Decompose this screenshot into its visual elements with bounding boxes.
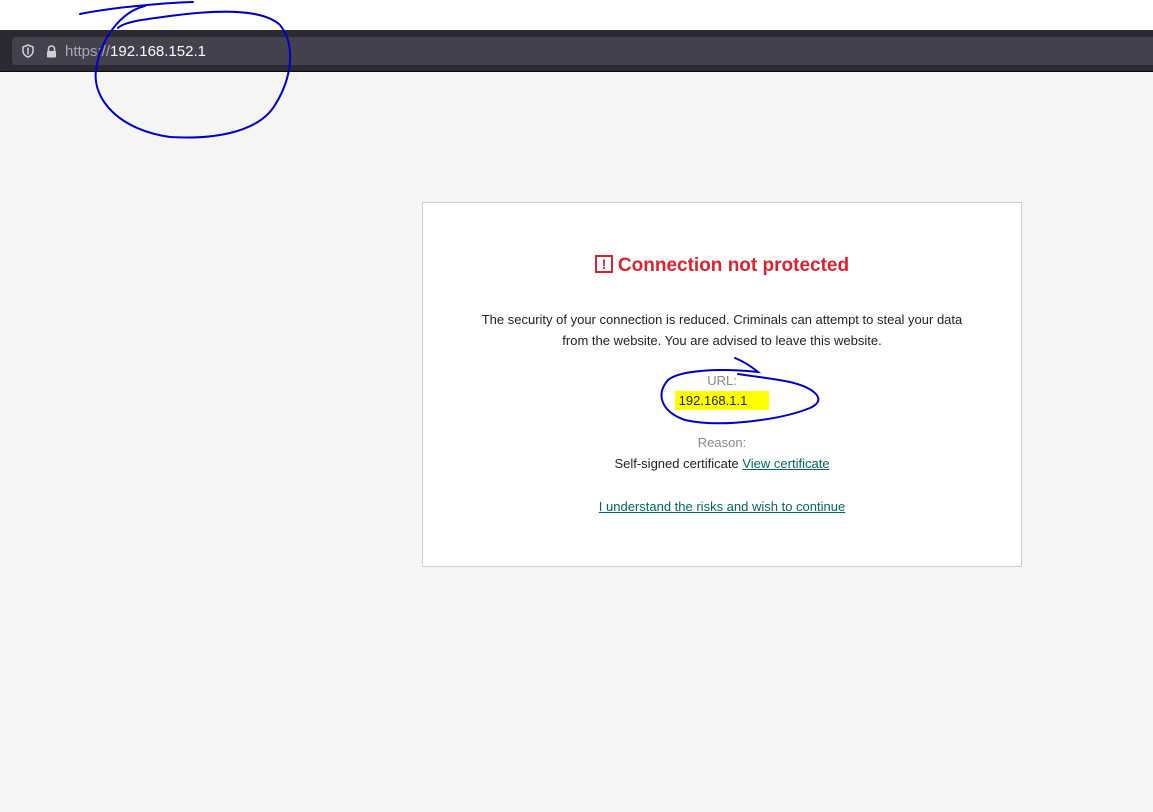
reason-row: Self-signed certificate View certificate: [423, 456, 1021, 471]
url-label: URL:: [707, 373, 737, 388]
url-value-row: 192.168.1.1: [423, 391, 1021, 410]
page-title: Connection not protected: [617, 255, 850, 276]
view-certificate-link[interactable]: View certificate: [742, 456, 829, 471]
warning-header: ! Connection not protected: [423, 255, 1021, 277]
address-bar[interactable]: https://192.168.152.1: [12, 37, 1153, 65]
window-top-strip: [0, 0, 1153, 30]
url-text[interactable]: https://192.168.152.1: [65, 43, 206, 60]
continue-link[interactable]: I understand the risks and wish to conti…: [599, 499, 845, 514]
url-scheme: https://: [65, 42, 111, 60]
url-host: 192.168.152.1: [110, 42, 206, 60]
warning-card: ! Connection not protected The security …: [422, 202, 1022, 567]
browser-toolbar: https://192.168.152.1: [0, 30, 1153, 72]
continue-row: I understand the risks and wish to conti…: [423, 499, 1021, 514]
warning-description: The security of your connection is reduc…: [481, 312, 963, 348]
shield-icon[interactable]: [21, 43, 35, 59]
warning-icon: !: [594, 255, 613, 273]
browser-window: https://192.168.152.1 ! Connection not p…: [0, 0, 1153, 812]
url-value: 192.168.1.1: [674, 391, 770, 410]
lock-icon[interactable]: [45, 44, 57, 58]
reason-value: Self-signed certificate: [614, 456, 739, 471]
reason-label: Reason:: [697, 435, 747, 450]
